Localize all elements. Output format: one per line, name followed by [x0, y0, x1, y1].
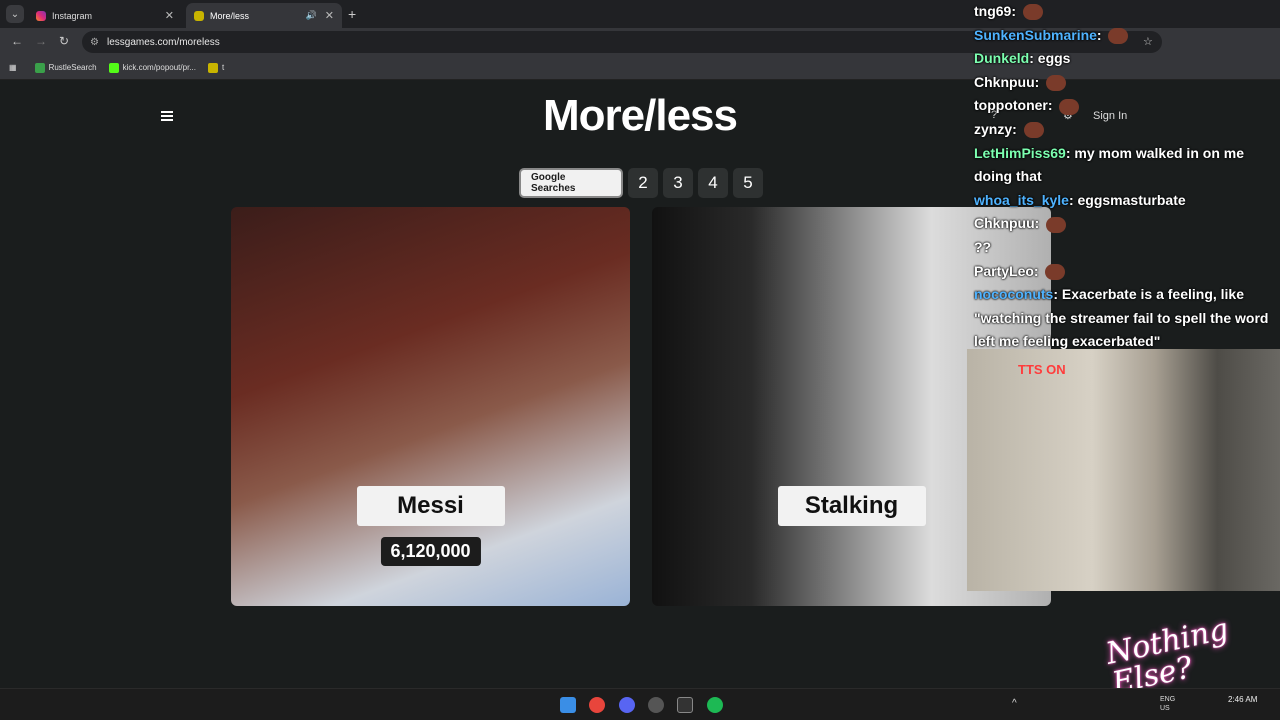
- bookmark-kick[interactable]: kick.com/popout/pr...: [108, 62, 196, 73]
- tab-title: More/less: [210, 10, 250, 21]
- back-icon[interactable]: ←: [11, 34, 23, 48]
- tray-chevron-icon[interactable]: ^: [1012, 698, 1017, 709]
- emote-icon: [1045, 263, 1066, 280]
- bookmark-favicon-icon: [34, 62, 45, 73]
- chat-message: tng69:: [974, 0, 1280, 24]
- bookmark-label: RustleSearch: [48, 63, 97, 72]
- chrome-icon[interactable]: [589, 697, 605, 713]
- chat-username: zynzy: [974, 120, 1013, 137]
- chat-separator: :: [1012, 120, 1021, 137]
- clock[interactable]: 2:46 AM: [1228, 694, 1257, 705]
- chat-text: eggsmasturbate: [1077, 191, 1186, 208]
- chat-username: Dunkeld: [974, 50, 1030, 67]
- emote-icon: [1046, 216, 1067, 233]
- chat-message: LetHimPiss69: my mom walked in on me doi…: [974, 142, 1280, 189]
- start-icon[interactable]: [560, 697, 576, 713]
- chat-message: toppotoner:: [974, 94, 1280, 118]
- card-label: Messi: [356, 486, 505, 526]
- tab-2[interactable]: 2: [628, 168, 658, 198]
- emote-icon: [1046, 75, 1067, 92]
- chat-message: Chknpuu:: [974, 212, 1280, 236]
- chat-separator: :: [1029, 50, 1038, 67]
- chat-separator: :: [1011, 3, 1020, 19]
- chat-message: whoa_its_kyle: eggsmasturbate: [974, 189, 1280, 213]
- chat-separator: :: [1034, 215, 1044, 232]
- tab-instagram[interactable]: Instagram ✕: [28, 3, 182, 28]
- chat-username: toppotoner: [974, 97, 1048, 114]
- tts-badge: TTS ON: [1018, 362, 1066, 377]
- chat-username: tng69: [974, 3, 1012, 19]
- mode-tabs: Google Searches 2 3 4 5: [519, 168, 763, 198]
- kick-icon: [108, 62, 119, 73]
- stream-chat-overlay: tng69: SunkenSubmarine: Dunkeld: eggs Chk…: [966, 0, 1280, 352]
- chat-message: PartyLeo:: [974, 260, 1280, 284]
- terminal-icon[interactable]: [677, 697, 693, 713]
- card-left[interactable]: Messi 6,120,000: [231, 207, 630, 606]
- chat-separator: :: [1096, 26, 1106, 43]
- new-tab-button[interactable]: +: [348, 6, 356, 22]
- card-search-count: 6,120,000: [380, 537, 481, 566]
- obs-icon[interactable]: [648, 697, 664, 713]
- emote-icon: [1022, 4, 1043, 21]
- chat-separator: :: [1033, 262, 1043, 279]
- chat-username: Chknpuu: [974, 215, 1035, 232]
- apps-icon[interactable]: ▦: [9, 63, 17, 72]
- tab-search-button[interactable]: ⌄: [6, 5, 24, 23]
- chat-separator: :: [1034, 73, 1044, 90]
- chat-username: nococonuts: [974, 286, 1054, 303]
- reload-icon[interactable]: ↻: [59, 34, 69, 48]
- chat-username: whoa_its_kyle: [974, 191, 1069, 208]
- forward-icon[interactable]: →: [35, 34, 47, 48]
- chat-separator: :: [1053, 286, 1062, 303]
- chat-message: Dunkeld: eggs: [974, 47, 1280, 71]
- emote-icon: [1023, 122, 1044, 139]
- webcam-overlay: [967, 349, 1280, 591]
- bookmark-rustlesearch[interactable]: RustleSearch: [34, 62, 97, 73]
- tab-title: Instagram: [52, 10, 93, 21]
- bookmark-favicon-icon: [207, 62, 218, 73]
- language-indicator[interactable]: ENG US: [1160, 695, 1180, 713]
- url-text: lessgames.com/moreless: [106, 36, 220, 48]
- speaker-icon[interactable]: 🔊: [306, 10, 317, 21]
- spotify-icon[interactable]: [707, 697, 723, 713]
- close-tab-icon[interactable]: ✕: [165, 9, 174, 22]
- chat-message: zynzy:: [974, 118, 1280, 142]
- tab-4[interactable]: 4: [698, 168, 728, 198]
- site-info-icon[interactable]: ⚙: [90, 37, 99, 48]
- close-tab-icon[interactable]: ✕: [325, 9, 334, 22]
- bookmark-label: kick.com/popout/pr...: [122, 63, 196, 72]
- emote-icon: [1059, 98, 1080, 115]
- chat-username: Chknpuu: [974, 73, 1035, 90]
- tab-3[interactable]: 3: [663, 168, 693, 198]
- card-label: Stalking: [777, 486, 926, 526]
- chat-username: LetHimPiss69: [974, 144, 1066, 161]
- chat-username: PartyLeo: [974, 262, 1034, 279]
- windows-taskbar: ^ ENG US 2:46 AM: [0, 688, 1280, 720]
- chat-separator: :: [1068, 191, 1078, 208]
- bookmark-t[interactable]: t: [207, 62, 225, 73]
- chat-message: ??: [974, 236, 1280, 260]
- chat-text: ??: [974, 238, 992, 255]
- instagram-icon: [36, 10, 46, 21]
- tab-moreless[interactable]: More/less 🔊 ✕: [186, 3, 342, 28]
- chat-text: eggs: [1037, 50, 1071, 67]
- moreless-favicon-icon: [194, 10, 204, 21]
- chat-username: SunkenSubmarine: [974, 26, 1097, 43]
- chat-separator: :: [1047, 97, 1057, 114]
- chat-message: nococonuts: Exacerbate is a feeling, lik…: [974, 283, 1280, 354]
- discord-icon[interactable]: [619, 697, 635, 713]
- chat-message: SunkenSubmarine:: [974, 24, 1280, 48]
- tab-google-searches[interactable]: Google Searches: [519, 168, 623, 198]
- emote-icon: [1108, 27, 1129, 44]
- bookmark-label: t: [221, 63, 225, 72]
- chat-message: Chknpuu:: [974, 71, 1280, 95]
- tab-5[interactable]: 5: [733, 168, 763, 198]
